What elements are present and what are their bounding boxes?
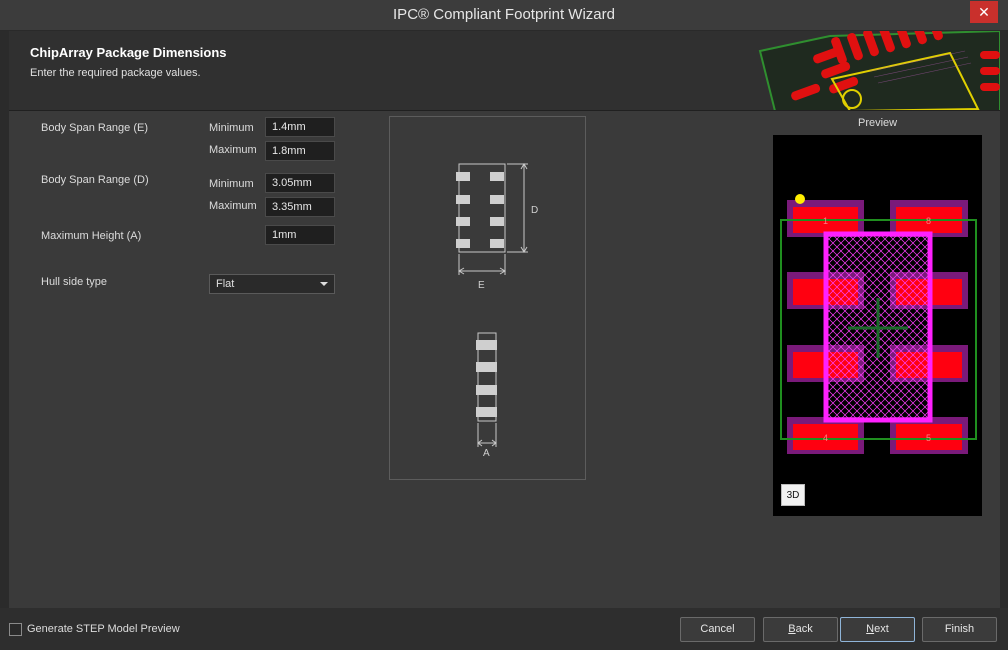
chevron-down-icon xyxy=(320,282,328,286)
title-bar: IPC® Compliant Footprint Wizard ✕ xyxy=(0,0,1008,31)
step-preview-checkbox[interactable] xyxy=(9,623,22,636)
preview-label: Preview xyxy=(858,117,898,129)
body-span-d-max-label: Maximum xyxy=(209,200,257,212)
back-button[interactable]: Back xyxy=(763,617,838,642)
header-pcb-illustration xyxy=(758,31,1000,110)
body-span-d-min-field[interactable]: 3.05mm xyxy=(265,173,335,193)
footprint-canvas: 1 8 4 5 xyxy=(780,194,977,454)
body-span-e-label: Body Span Range (E) xyxy=(41,122,149,134)
wizard-footer: Generate STEP Model Preview Cancel Back … xyxy=(0,608,1008,650)
body-span-d-min-label: Minimum xyxy=(209,178,254,190)
footprint-preview[interactable]: 1 8 4 5 3D xyxy=(773,135,982,516)
dim-e-label: E xyxy=(478,280,485,291)
body-span-d-label: Body Span Range (D) xyxy=(41,174,149,186)
close-button[interactable]: ✕ xyxy=(970,1,998,23)
back-label: ack xyxy=(795,623,813,635)
window-title: IPC® Compliant Footprint Wizard xyxy=(393,6,615,23)
hull-side-label: Hull side type xyxy=(41,276,108,288)
dim-d-label: D xyxy=(531,205,538,216)
next-label: ext xyxy=(874,623,889,635)
content-area: Body Span Range (E) Minimum 1.4mm Maximu… xyxy=(9,111,1000,608)
pad-label-8: 8 xyxy=(926,216,931,226)
finish-button[interactable]: Finish xyxy=(922,617,997,642)
hull-side-dropdown[interactable]: Flat xyxy=(209,274,335,294)
body-span-e-max-label: Maximum xyxy=(209,144,257,156)
dimension-diagram: D E A xyxy=(389,116,586,480)
back-mnemonic: B xyxy=(788,623,796,635)
pin1-marker xyxy=(795,194,805,204)
step-preview-label[interactable]: Generate STEP Model Preview xyxy=(27,623,180,635)
max-height-label: Maximum Height (A) xyxy=(41,230,142,242)
package-drawing: D E A xyxy=(456,163,538,459)
pad-label-4: 4 xyxy=(823,433,828,443)
body-span-e-min-field[interactable]: 1.4mm xyxy=(265,117,335,137)
pad-label-5: 5 xyxy=(926,433,931,443)
max-height-field[interactable]: 1mm xyxy=(265,225,335,245)
next-button[interactable]: Next xyxy=(840,617,915,642)
body-span-d-max-field[interactable]: 3.35mm xyxy=(265,197,335,217)
body-span-e-max-field[interactable]: 1.8mm xyxy=(265,141,335,161)
dim-a-label: A xyxy=(483,448,490,459)
hull-side-value: Flat xyxy=(216,278,235,290)
cancel-button[interactable]: Cancel xyxy=(680,617,755,642)
body-span-e-min-label: Minimum xyxy=(209,122,254,134)
3d-view-button[interactable]: 3D xyxy=(781,484,805,506)
page-title: ChipArray Package Dimensions xyxy=(30,45,227,60)
next-mnemonic: N xyxy=(866,623,875,635)
wizard-header: ChipArray Package Dimensions Enter the r… xyxy=(9,31,1000,111)
pad-label-1: 1 xyxy=(823,216,828,226)
page-subtitle: Enter the required package values. xyxy=(30,67,201,79)
